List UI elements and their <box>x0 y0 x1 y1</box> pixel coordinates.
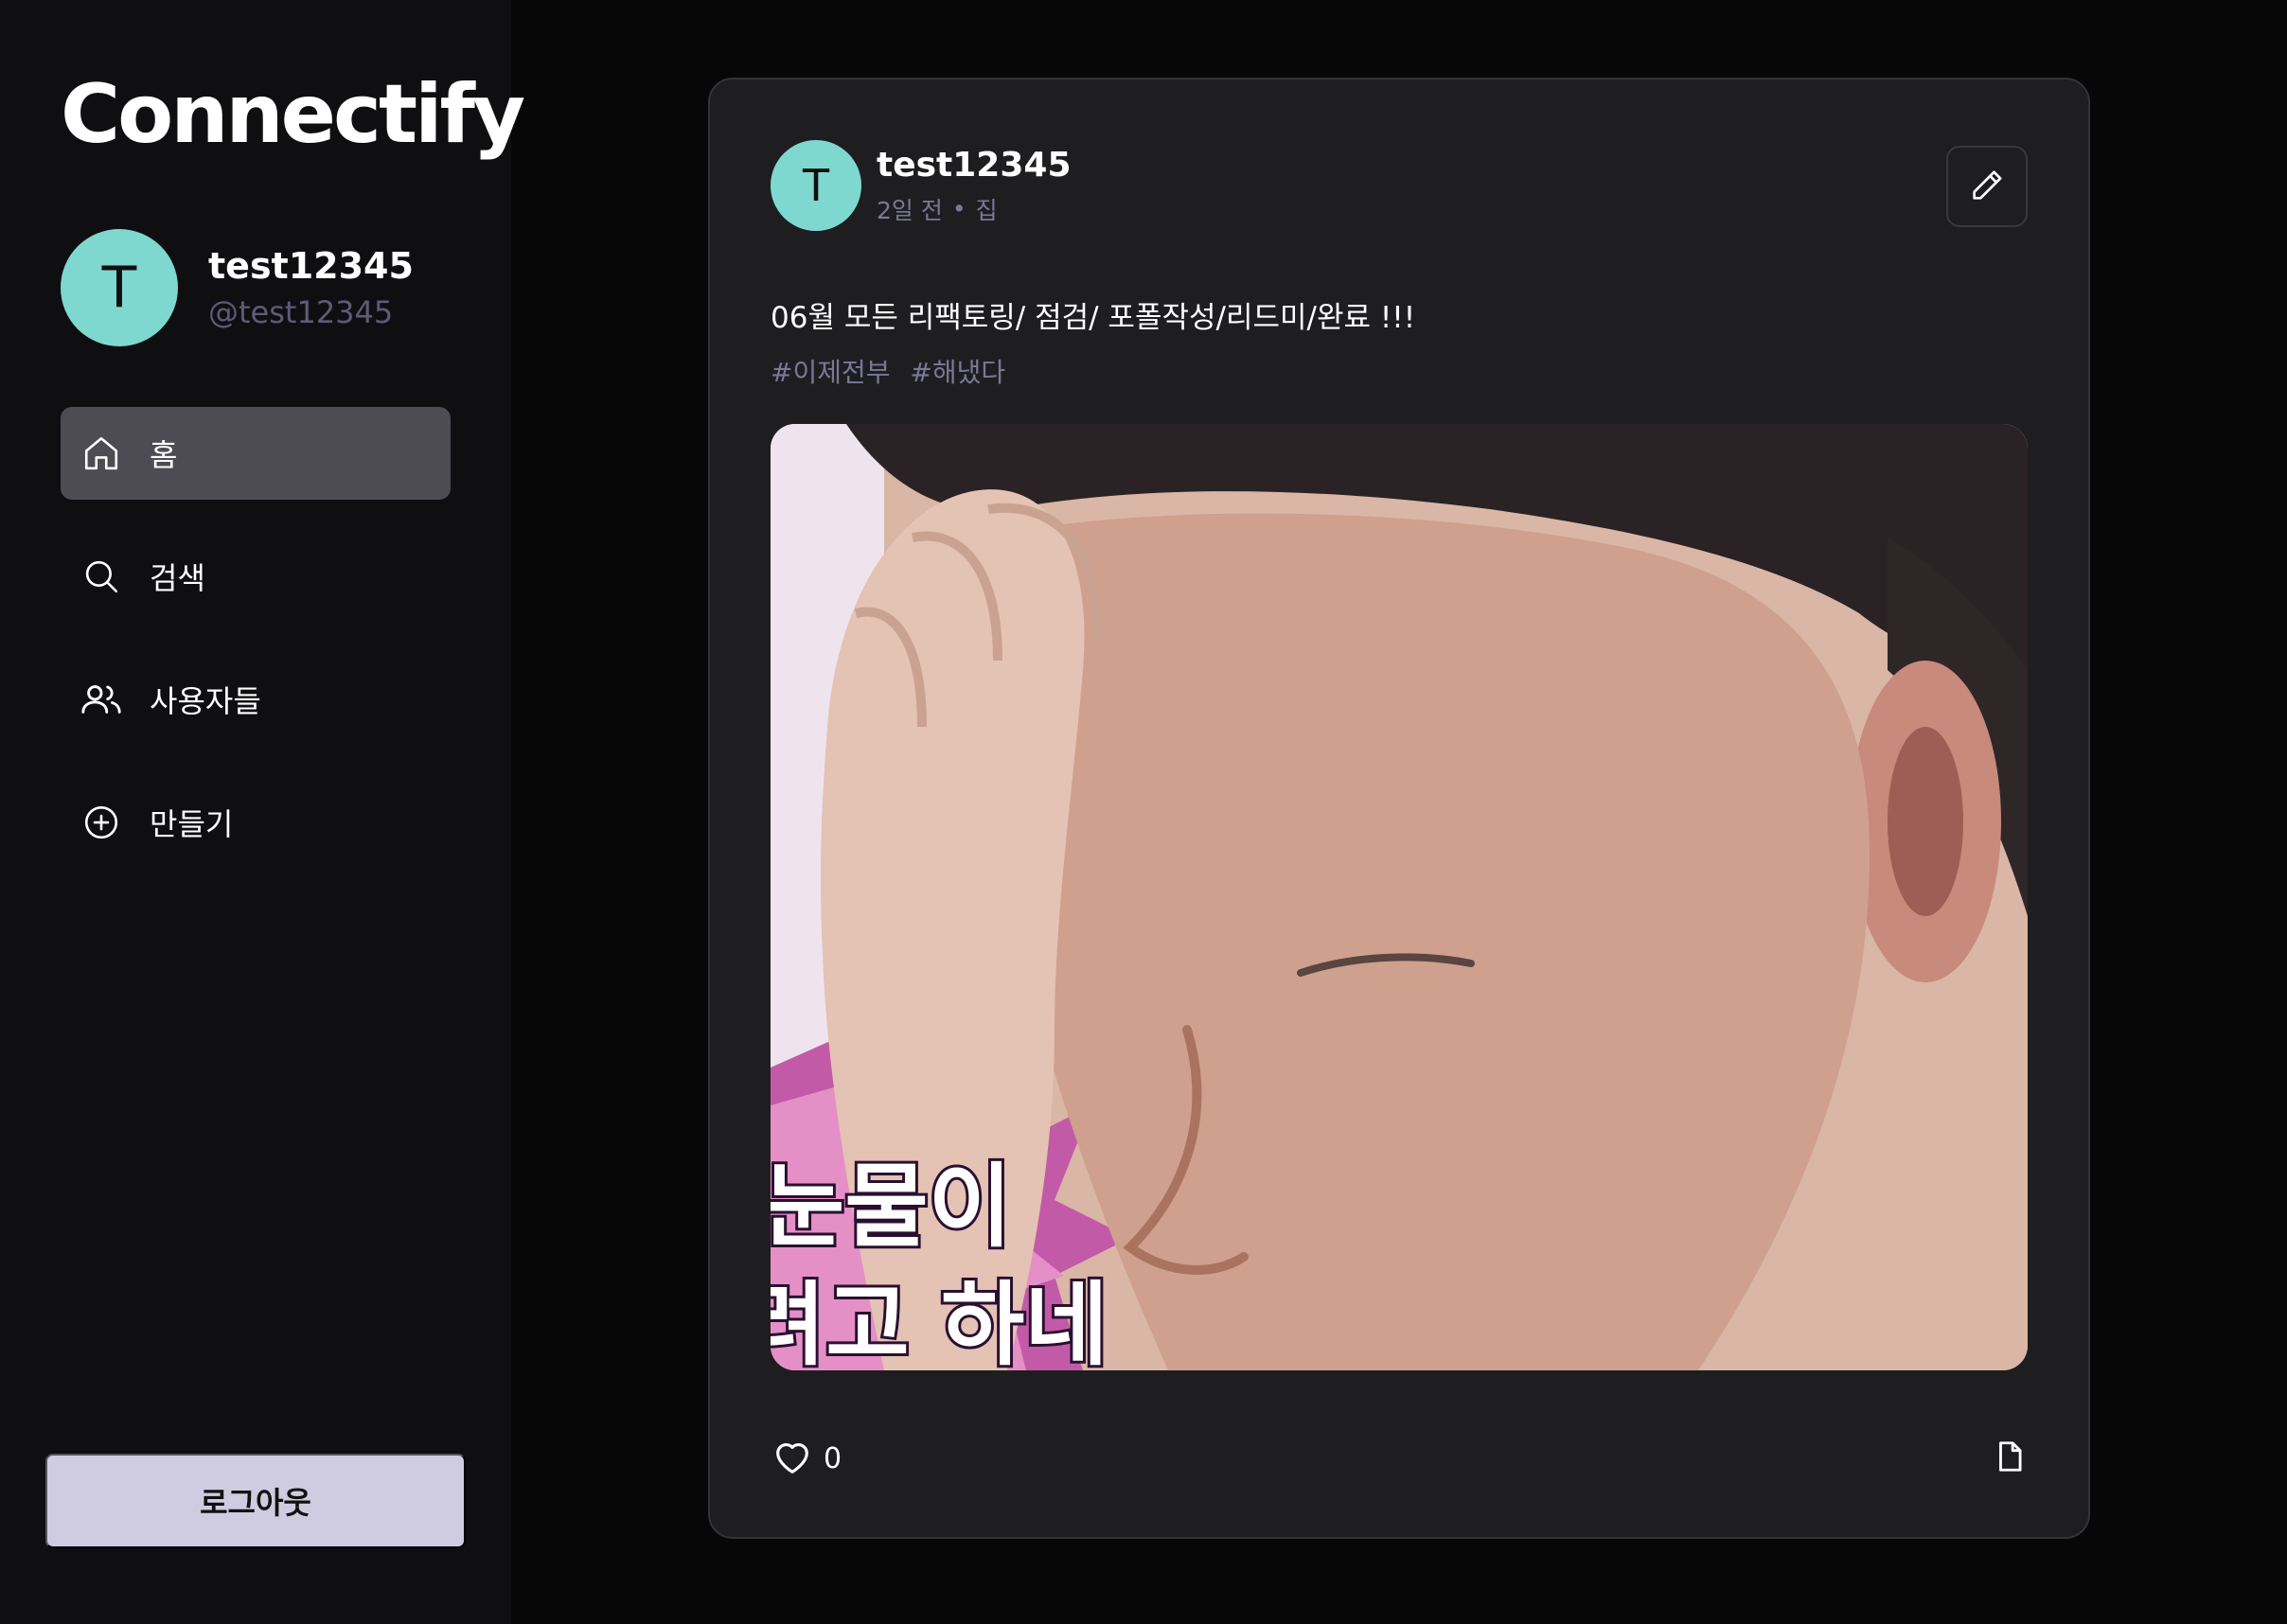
edit-post-button[interactable] <box>1946 146 2028 227</box>
like-count: 0 <box>824 1441 842 1475</box>
post-location: 집 <box>975 196 998 224</box>
home-icon <box>80 432 123 475</box>
sidebar-item-users[interactable]: 사용자들 <box>61 653 451 746</box>
logout-button[interactable]: 로그아웃 <box>45 1454 466 1548</box>
sidebar-item-home[interactable]: 홈 <box>61 407 451 500</box>
image-caption-line: 눈물이 <box>771 1154 1012 1260</box>
sidebar: Connectify T test12345 @test12345 홈 검색 사… <box>0 0 525 1624</box>
image-caption-line: 려고 하네 <box>771 1272 1108 1370</box>
save-post-button[interactable] <box>1992 1439 2028 1478</box>
plus-circle-icon <box>80 801 123 844</box>
post-author-name[interactable]: test12345 <box>877 145 1072 185</box>
hashtag[interactable]: #해냈다 <box>910 357 1005 388</box>
hashtag[interactable]: #이제전부 <box>771 357 891 388</box>
sidebar-nav: 홈 검색 사용자들 만들기 <box>61 407 451 899</box>
document-icon <box>1992 1439 2028 1478</box>
post-body: 06월 모든 리팩토링/ 점검/ 포폴작성/리드미/완료 !!! <box>771 301 1416 335</box>
sidebar-item-search[interactable]: 검색 <box>61 530 451 623</box>
sidebar-item-label: 사용자들 <box>150 683 261 719</box>
app-root: Connectify T test12345 @test12345 홈 검색 사… <box>0 0 2287 1624</box>
profile-summary[interactable]: T test12345 @test12345 <box>61 229 414 346</box>
post-time: 2일 전 <box>877 196 943 224</box>
post-author-avatar[interactable]: T <box>771 140 861 231</box>
brand-logo[interactable]: Connectify <box>61 74 525 155</box>
profile-handle: @test12345 <box>208 293 394 330</box>
profile-name: test12345 <box>208 245 414 287</box>
post-image: 눈물이 려고 하네 <box>771 424 2028 1370</box>
meta-separator: • <box>951 195 966 223</box>
post-card: T test12345 2일 전 • 집 06월 모든 리팩토링/ 점검/ 포폴… <box>708 78 2090 1539</box>
sidebar-item-create[interactable]: 만들기 <box>61 776 451 869</box>
sidebar-item-label: 만들기 <box>150 806 234 842</box>
heart-icon <box>771 1435 814 1482</box>
post-tags: #이제전부 #해냈다 <box>771 352 1017 390</box>
profile-text: test12345 @test12345 <box>208 245 414 330</box>
post-actions: 0 <box>771 1435 2028 1482</box>
users-icon <box>80 678 123 721</box>
post-meta: test12345 2일 전 • 집 <box>877 145 1072 225</box>
pencil-icon <box>1968 167 2006 207</box>
sidebar-item-label: 홈 <box>150 437 178 473</box>
sidebar-item-label: 검색 <box>150 560 205 596</box>
post-header: T test12345 2일 전 • 집 <box>771 140 1072 231</box>
post-image-illustration: 눈물이 려고 하네 <box>771 424 2028 1370</box>
like-button[interactable]: 0 <box>771 1435 842 1482</box>
search-icon <box>80 555 123 598</box>
avatar[interactable]: T <box>61 229 178 346</box>
post-subline: 2일 전 • 집 <box>877 192 1072 226</box>
